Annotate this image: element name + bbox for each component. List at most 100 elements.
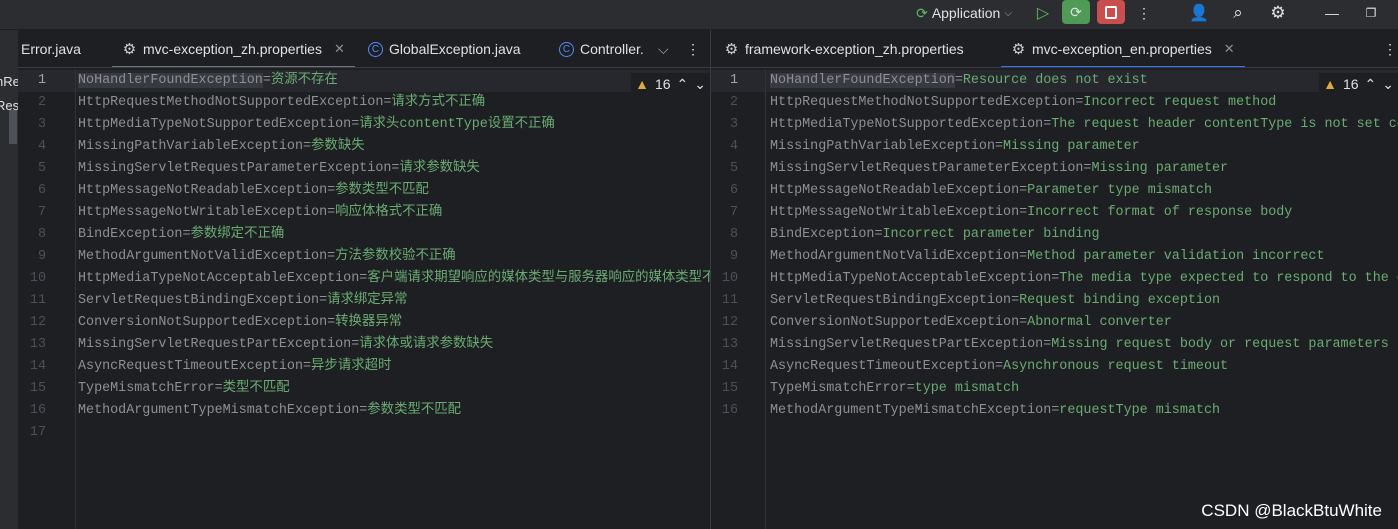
more-tabs-icon[interactable]: ⋮	[686, 30, 700, 67]
warning-count: 16	[1342, 76, 1359, 92]
property-line[interactable]: MissingPathVariableException=参数缺失	[78, 136, 365, 158]
run-icon[interactable]: ▷	[1032, 0, 1054, 26]
chevron-down-icon[interactable]: ⌄	[694, 76, 706, 93]
property-key: BindException	[770, 227, 875, 242]
property-value: 参数绑定不正确	[190, 227, 285, 242]
close-icon[interactable]: ✕	[334, 41, 345, 57]
property-line[interactable]: HttpRequestMethodNotSupportedException=I…	[770, 92, 1276, 114]
equals-sign: =	[303, 359, 312, 374]
property-line[interactable]: MissingServletRequestParameterException=…	[770, 158, 1228, 180]
restore-icon[interactable]: ❐	[1360, 0, 1382, 26]
close-icon[interactable]: ✕	[1224, 41, 1235, 57]
line-number: 2	[37, 95, 46, 110]
property-key: HttpMessageNotWritableException	[78, 205, 328, 220]
tab-error-java[interactable]: Error.java	[21, 30, 81, 67]
property-line[interactable]: HttpMessageNotWritableException=Incorrec…	[770, 202, 1292, 224]
property-line[interactable]: MissingServletRequestPartException=Missi…	[770, 334, 1389, 356]
minimize-icon[interactable]: —	[1322, 0, 1342, 26]
property-line[interactable]: MissingPathVariableException=Missing par…	[770, 136, 1140, 158]
equals-sign: =	[327, 183, 336, 198]
property-line[interactable]: ConversionNotSupportedException=转换器异常	[78, 312, 402, 334]
property-line[interactable]: AsyncRequestTimeoutException=异步请求超时	[78, 356, 391, 378]
equals-sign: =	[214, 381, 223, 396]
property-value: 请求头contentType设置不正确	[359, 117, 555, 132]
tab-mvc-exception-zh[interactable]: ⚙ mvc-exception_zh.properties ✕	[112, 30, 355, 67]
property-value: Asynchronous request timeout	[1003, 359, 1229, 374]
property-line[interactable]: ServletRequestBindingException=请求绑定异常	[78, 290, 407, 312]
property-line[interactable]: AsyncRequestTimeoutException=Asynchronou…	[770, 356, 1228, 378]
property-line[interactable]: HttpRequestMethodNotSupportedException=请…	[78, 92, 485, 114]
run-config-selector[interactable]: ⟳ Application ⌵	[908, 0, 1020, 26]
stop-icon[interactable]	[1097, 0, 1125, 24]
property-line[interactable]: NoHandlerFoundException=Resource does no…	[770, 70, 1148, 92]
tab-label: GlobalException.java	[389, 41, 521, 57]
property-line[interactable]: ServletRequestBindingException=Request b…	[770, 290, 1220, 312]
tab-mvc-exception-en[interactable]: ⚙ mvc-exception_en.properties ✕	[1001, 30, 1245, 67]
property-key: MethodArgumentTypeMismatchException	[770, 403, 1052, 418]
chevron-up-icon[interactable]: ⌃	[677, 76, 689, 93]
property-line[interactable]: HttpMessageNotReadableException=参数类型不匹配	[78, 180, 429, 202]
property-key: BindException	[78, 227, 183, 242]
property-key: MissingServletRequestPartException	[78, 337, 352, 352]
property-value: Missing parameter	[1003, 139, 1140, 154]
line-number: 6	[37, 183, 46, 198]
project-item[interactable]: nRe	[0, 74, 18, 89]
tab-controller[interactable]: C Controller.	[559, 30, 651, 67]
chevron-down-icon[interactable]: ⌵	[658, 30, 669, 67]
property-line[interactable]: HttpMediaTypeNotSupportedException=The r…	[770, 114, 1398, 136]
property-key: AsyncRequestTimeoutException	[770, 359, 995, 374]
property-key: NoHandlerFoundException	[78, 73, 263, 88]
property-line[interactable]: HttpMediaTypeNotSupportedException=请求头co…	[78, 114, 555, 136]
property-key: ConversionNotSupportedException	[770, 315, 1020, 330]
equals-sign: =	[1019, 183, 1028, 198]
class-c-icon: C	[559, 41, 574, 57]
property-line[interactable]: NoHandlerFoundException=资源不存在	[78, 70, 338, 92]
scrollbar[interactable]	[9, 110, 17, 144]
debug-icon[interactable]: ⟳	[1062, 0, 1090, 24]
line-number: 15	[29, 381, 46, 396]
property-line[interactable]: HttpMessageNotReadableException=Paramete…	[770, 180, 1212, 202]
property-line[interactable]: TypeMismatchError=type mismatch	[770, 378, 1019, 400]
run-config-label: Application	[931, 5, 1001, 21]
property-line[interactable]: HttpMessageNotWritableException=响应体格式不正确	[78, 202, 442, 224]
left-editor[interactable]: 1 NoHandlerFoundException=资源不存在 2 HttpReque…	[18, 69, 710, 529]
watermark: CSDN @BlackBtuWhite	[1201, 501, 1382, 520]
inspection-widget[interactable]: ▲ 16 ⌃ ⌄	[631, 73, 710, 95]
property-line[interactable]: ConversionNotSupportedException=Abnormal…	[770, 312, 1172, 334]
inspection-widget[interactable]: ▲ 16 ⌃ ⌄	[1319, 73, 1398, 95]
search-icon[interactable]: ⌕	[1226, 0, 1250, 26]
tab-framework-exception-zh[interactable]: ⚙ framework-exception_zh.properties	[724, 30, 964, 67]
line-number: 1	[729, 73, 738, 88]
line-number: 5	[729, 161, 738, 176]
line-number: 8	[729, 227, 738, 242]
property-line[interactable]: TypeMismatchError=类型不匹配	[78, 378, 290, 400]
tab-label: Controller.	[580, 41, 644, 57]
chevron-up-icon[interactable]: ⌃	[1365, 76, 1377, 93]
line-number: 3	[729, 117, 738, 132]
property-line[interactable]: MethodArgumentTypeMismatchException=参数类型…	[78, 400, 461, 422]
property-line[interactable]: MethodArgumentNotValidException=方法参数校验不正…	[78, 246, 456, 268]
settings-icon[interactable]: ⚙	[1266, 0, 1290, 26]
tab-global-exception[interactable]: C GlobalException.java	[368, 30, 521, 67]
property-key: HttpRequestMethodNotSupportedException	[770, 95, 1076, 110]
more-tabs-icon[interactable]: ⋮	[1383, 30, 1397, 67]
property-line[interactable]: MethodArgumentTypeMismatchException=requ…	[770, 400, 1220, 422]
property-line[interactable]: BindException=参数绑定不正确	[78, 224, 284, 246]
property-value: Abnormal converter	[1027, 315, 1172, 330]
line-number: 9	[729, 249, 738, 264]
right-editor[interactable]: 1 NoHandlerFoundException=Resource does n…	[711, 69, 1398, 529]
more-icon[interactable]: ⋮	[1134, 0, 1154, 26]
line-number: 11	[721, 293, 738, 308]
left-tab-bar: Error.java ⚙ mvc-exception_zh.properties ✕…	[18, 30, 710, 68]
property-line[interactable]: MissingServletRequestParameterException=…	[78, 158, 480, 180]
property-key: MissingServletRequestParameterException	[78, 161, 392, 176]
property-line[interactable]: MissingServletRequestPartException=请求体或请…	[78, 334, 493, 356]
property-line[interactable]: MethodArgumentNotValidException=Method p…	[770, 246, 1324, 268]
add-user-icon[interactable]: 👤	[1186, 0, 1212, 26]
warning-count: 16	[654, 76, 671, 92]
property-line[interactable]: HttpMediaTypeNotAcceptableException=客户端请…	[78, 268, 710, 290]
property-line[interactable]: HttpMediaTypeNotAcceptableException=The …	[770, 268, 1398, 290]
property-line[interactable]: BindException=Incorrect parameter bindin…	[770, 224, 1099, 246]
property-key: MethodArgumentNotValidException	[78, 249, 328, 264]
chevron-down-icon[interactable]: ⌄	[1382, 76, 1394, 93]
